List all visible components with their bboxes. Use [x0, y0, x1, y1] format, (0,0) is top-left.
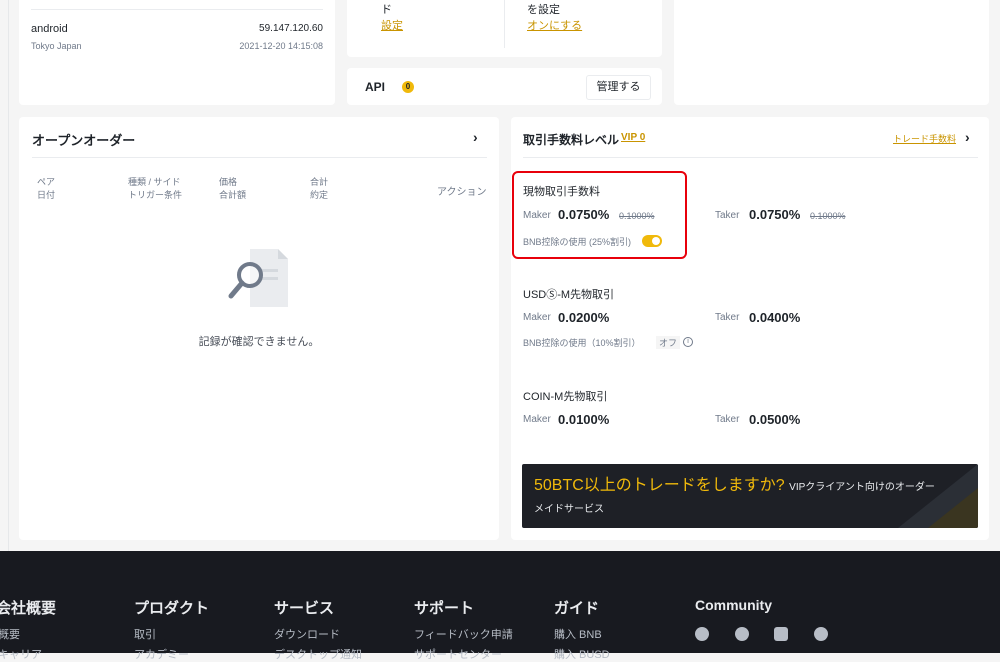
- no-records-icon: [228, 249, 288, 307]
- footer-link-download[interactable]: ダウンロード: [274, 626, 340, 642]
- banner-highlight: 50BTC以上のトレードをしますか?: [534, 477, 785, 494]
- usdm-taker-label: Taker: [715, 312, 740, 323]
- usdm-bnb-status: オフ: [656, 336, 681, 349]
- api-manage-button[interactable]: 管理する: [586, 75, 651, 100]
- login-location: Tokyo Japan: [31, 41, 82, 51]
- open-orders-title: オープンオーダー: [32, 133, 136, 148]
- top-right-card: [674, 0, 989, 105]
- footer-link-buy-busd[interactable]: 購入 BUSD: [554, 646, 610, 662]
- footer-heading-community: Community: [695, 597, 772, 613]
- twitter-icon[interactable]: [774, 627, 788, 641]
- divider: [31, 9, 323, 10]
- usdm-taker-value: 0.0400%: [749, 310, 801, 325]
- usdm-bnb-label: BNB控除の使用（10%割引）: [523, 338, 641, 348]
- security-item-text: ド: [381, 4, 392, 16]
- telegram-icon[interactable]: [695, 627, 709, 641]
- api-label: API: [365, 80, 386, 94]
- chevron-right-icon[interactable]: ›: [965, 129, 970, 145]
- column-header-price: 価格 合計額: [219, 177, 247, 200]
- spot-taker-old: 0.1000%: [810, 211, 846, 221]
- footer: 会社概要 概要 キャリア プロダクト 取引 アカデミー サービス ダウンロード …: [0, 551, 1000, 661]
- footer-link-buy-bnb[interactable]: 購入 BNB: [554, 626, 602, 642]
- footer-link-about[interactable]: 概要: [0, 626, 20, 642]
- banner-text: 50BTC以上のトレードをしますか? VIPクライアント向けのオーダー メイドサ…: [534, 476, 964, 520]
- divider: [32, 157, 487, 158]
- facebook-icon[interactable]: [735, 627, 749, 641]
- column-header-type: 種類 / サイド トリガー条件: [128, 177, 183, 200]
- highlight-box: [512, 171, 687, 259]
- vip-level-link[interactable]: VIP 0: [621, 132, 645, 143]
- security-item-text: を設定: [527, 4, 560, 16]
- spot-taker-value: 0.0750%: [749, 207, 801, 222]
- trade-fee-link[interactable]: トレード手数料: [893, 132, 956, 145]
- banner-text-1: VIPクライアント向けのオーダー: [789, 482, 935, 493]
- api-card: API 0 管理する: [347, 68, 662, 105]
- page-edge: [8, 0, 9, 551]
- coinm-taker-value: 0.0500%: [749, 412, 801, 427]
- login-ip: 59.147.120.60: [259, 23, 323, 34]
- spot-taker-label: Taker: [715, 210, 740, 221]
- footer-link-careers[interactable]: キャリア: [0, 646, 42, 662]
- empty-message: 記録が確認できません。: [198, 336, 320, 348]
- footer-heading-products: プロダクト: [134, 600, 210, 617]
- footer-link-desktop[interactable]: デスクトップ通知: [274, 646, 362, 662]
- divider: [523, 157, 978, 158]
- column-header-action: アクション: [437, 187, 487, 198]
- column-header-total: 合計 約定: [310, 177, 329, 200]
- reddit-icon[interactable]: [814, 627, 828, 641]
- coinm-taker-label: Taker: [715, 414, 740, 425]
- usdm-maker-value: 0.0200%: [558, 310, 610, 325]
- fee-level-card: 取引手数料レベル VIP 0 トレード手数料 › 現物取引手数料 Maker 0…: [511, 117, 989, 540]
- coinm-maker-value: 0.0100%: [558, 412, 610, 427]
- open-orders-card: オープンオーダー › ペア 日付 種類 / サイド トリガー条件 価格 合計額 …: [19, 117, 499, 540]
- info-icon[interactable]: i: [683, 337, 693, 347]
- footer-heading-service: サービス: [274, 600, 335, 617]
- usdm-maker-label: Maker: [523, 312, 551, 323]
- coinm-fee-title: COIN-M先物取引: [523, 391, 608, 403]
- chevron-right-icon[interactable]: ›: [473, 129, 478, 145]
- security-setup-link[interactable]: 設定: [381, 17, 403, 33]
- banner-text-2: メイドサービス: [534, 504, 604, 515]
- footer-link-exchange[interactable]: 取引: [134, 626, 156, 642]
- footer-heading-guide: ガイド: [554, 600, 600, 617]
- footer-link-academy[interactable]: アカデミー: [134, 646, 189, 662]
- security-card: ド 設定 を設定 オンにする: [347, 0, 662, 57]
- login-device: android: [31, 23, 68, 35]
- security-enable-link[interactable]: オンにする: [527, 17, 582, 33]
- footer-link-support-center[interactable]: サポートセンター: [414, 646, 502, 662]
- column-header-pair: ペア 日付: [37, 177, 56, 200]
- api-count-badge: 0: [402, 81, 414, 93]
- footer-link-feedback[interactable]: フィードバック申請: [414, 626, 513, 642]
- usdm-fee-title: USDⓈ-M先物取引: [523, 289, 615, 301]
- footer-heading-support: サポート: [414, 600, 475, 617]
- divider: [504, 0, 505, 48]
- fee-level-title: 取引手数料レベル: [523, 133, 620, 147]
- vip-otc-banner[interactable]: 50BTC以上のトレードをしますか? VIPクライアント向けのオーダー メイドサ…: [522, 464, 978, 528]
- login-history-card: android 59.147.120.60 Tokyo Japan 2021-1…: [19, 0, 335, 105]
- login-time: 2021-12-20 14:15:08: [239, 41, 323, 51]
- coinm-maker-label: Maker: [523, 414, 551, 425]
- footer-heading-company: 会社概要: [0, 600, 57, 617]
